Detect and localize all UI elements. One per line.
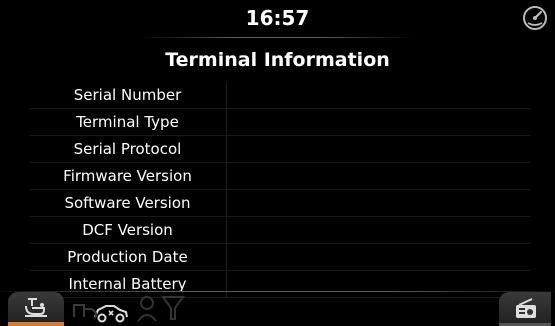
gauge-settings-icon[interactable] (521, 4, 549, 32)
row-label-serial-number: Serial Number (73, 86, 182, 104)
table-row: Firmware Version (30, 163, 530, 190)
page-title: Terminal Information (165, 49, 390, 71)
ghost-filter-icon (161, 296, 185, 320)
table-row: Serial Number (30, 82, 530, 109)
row-label-dcf-version: DCF Version (82, 221, 173, 239)
column-divider (226, 190, 227, 216)
row-label-terminal-type: Terminal Type (76, 113, 179, 131)
column-divider (226, 136, 227, 162)
row-label-serial-protocol: Serial Protocol (73, 140, 182, 158)
row-label-production-date: Production Date (67, 248, 188, 266)
column-divider (226, 244, 227, 270)
status-bar: 16:57 (0, 0, 555, 40)
bottom-nav (0, 289, 555, 326)
ghost-person-icon (137, 296, 157, 322)
column-divider (226, 217, 227, 243)
ghost-truck-icon (73, 304, 97, 317)
tab-machine-settings[interactable] (8, 292, 64, 326)
clock-time: 16:57 (245, 6, 310, 30)
radio-icon (516, 298, 536, 318)
table-row: Serial Protocol (30, 136, 530, 163)
column-divider (226, 109, 227, 135)
row-label-software-version: Software Version (64, 194, 191, 212)
table-row: Software Version (30, 190, 530, 217)
table-row: Production Date (30, 244, 530, 271)
column-divider (226, 82, 227, 108)
column-divider (226, 163, 227, 189)
status-divider (140, 37, 415, 38)
table-row: Terminal Type (30, 109, 530, 136)
info-table: Serial Number Terminal Type Serial Proto… (30, 82, 530, 298)
tab-radio[interactable] (499, 292, 551, 326)
machine-settings-icon (25, 298, 47, 317)
row-label-firmware-version: Firmware Version (63, 167, 192, 185)
bottom-divider (0, 291, 555, 292)
table-row: DCF Version (30, 217, 530, 244)
